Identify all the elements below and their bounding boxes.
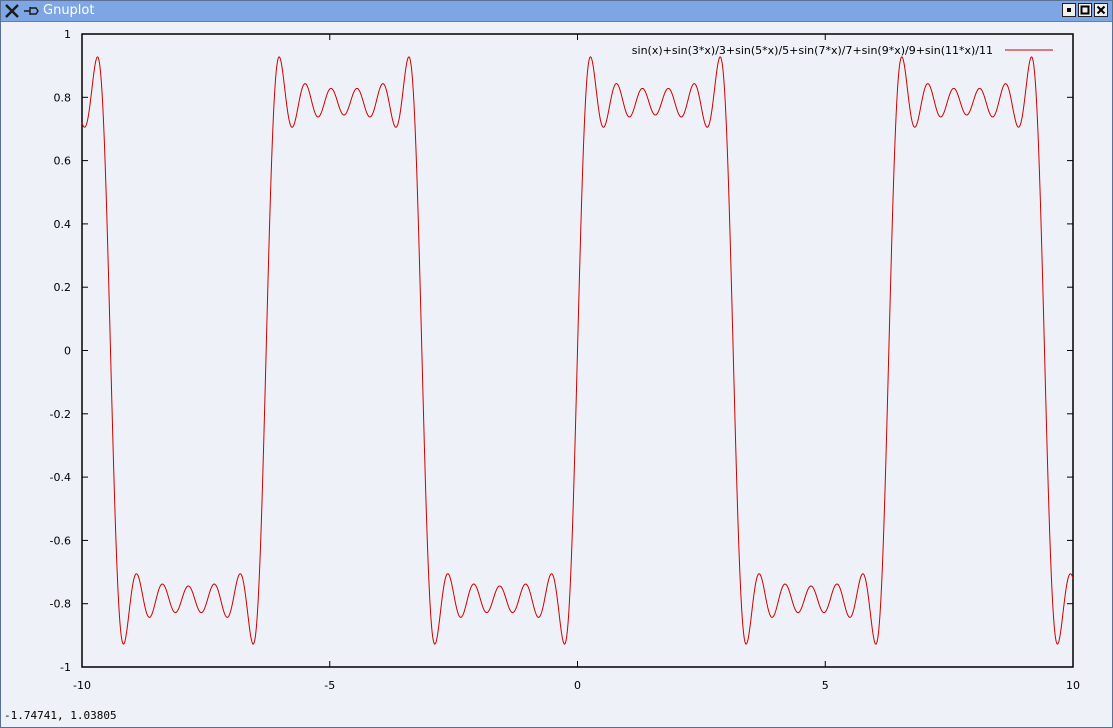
plot-canvas[interactable]: -1 -0.8 -0.6 -0.4 -0.2 0 0.2 0.4 0.6 0.8 1 -10 -5 0 5… [1,22,1112,707]
maximize-button[interactable] [1078,3,1092,17]
x-ticks: -10 -5 0 5 10 [73,34,1080,692]
y-tick-label: -0.2 [50,408,71,421]
legend-label: sin(x)+sin(3*x)/3+sin(5*x)/5+sin(7*x)/7+… [632,44,993,57]
plot-area[interactable]: -1 -0.8 -0.6 -0.4 -0.2 0 0.2 0.4 0.6 0.8 1 -10 -5 0 5… [1,22,1112,707]
close-icon [1096,5,1106,15]
window-title: Gnuplot [43,3,95,18]
y-tick-label: 0.4 [54,218,72,231]
window-menu-icons [4,3,41,19]
y-tick-label: -0.8 [50,598,71,611]
status-bar: -1.74741, 1.03805 [1,707,1112,727]
y-tick-label: -0.4 [50,471,71,484]
coordinate-readout: -1.74741, 1.03805 [4,709,117,722]
window-controls [1062,3,1108,17]
x-tick-label: 0 [574,679,581,692]
gnuplot-window: Gnuplot -1 -0.8 -0.6 -0.4 -0.2 0 0.2 0.4 0.6 0.8 1… [0,0,1113,728]
x-tick-label: 10 [1066,679,1080,692]
pin-icon[interactable] [23,3,41,19]
y-tick-label: 0 [64,345,71,358]
series-curve [81,56,1074,645]
y-ticks: -1 -0.8 -0.6 -0.4 -0.2 0 0.2 0.4 0.6 0.8 1 [50,28,1073,674]
x-icon[interactable] [4,3,22,19]
maximize-icon [1080,5,1090,15]
y-tick-label: 0.8 [54,91,72,104]
minimize-button[interactable] [1062,3,1076,17]
y-tick-label: -1 [60,661,71,674]
y-tick-label: -0.6 [50,534,71,547]
y-tick-label: 0.6 [54,155,72,168]
y-tick-label: 1 [64,28,71,41]
x-tick-label: 5 [822,679,829,692]
close-button[interactable] [1094,3,1108,17]
x-tick-label: -5 [324,679,335,692]
y-tick-label: 0.2 [54,281,72,294]
minimize-icon [1067,8,1071,12]
x-tick-label: -10 [73,679,91,692]
title-bar[interactable]: Gnuplot [1,1,1112,22]
legend: sin(x)+sin(3*x)/3+sin(5*x)/5+sin(7*x)/7+… [632,44,1053,57]
